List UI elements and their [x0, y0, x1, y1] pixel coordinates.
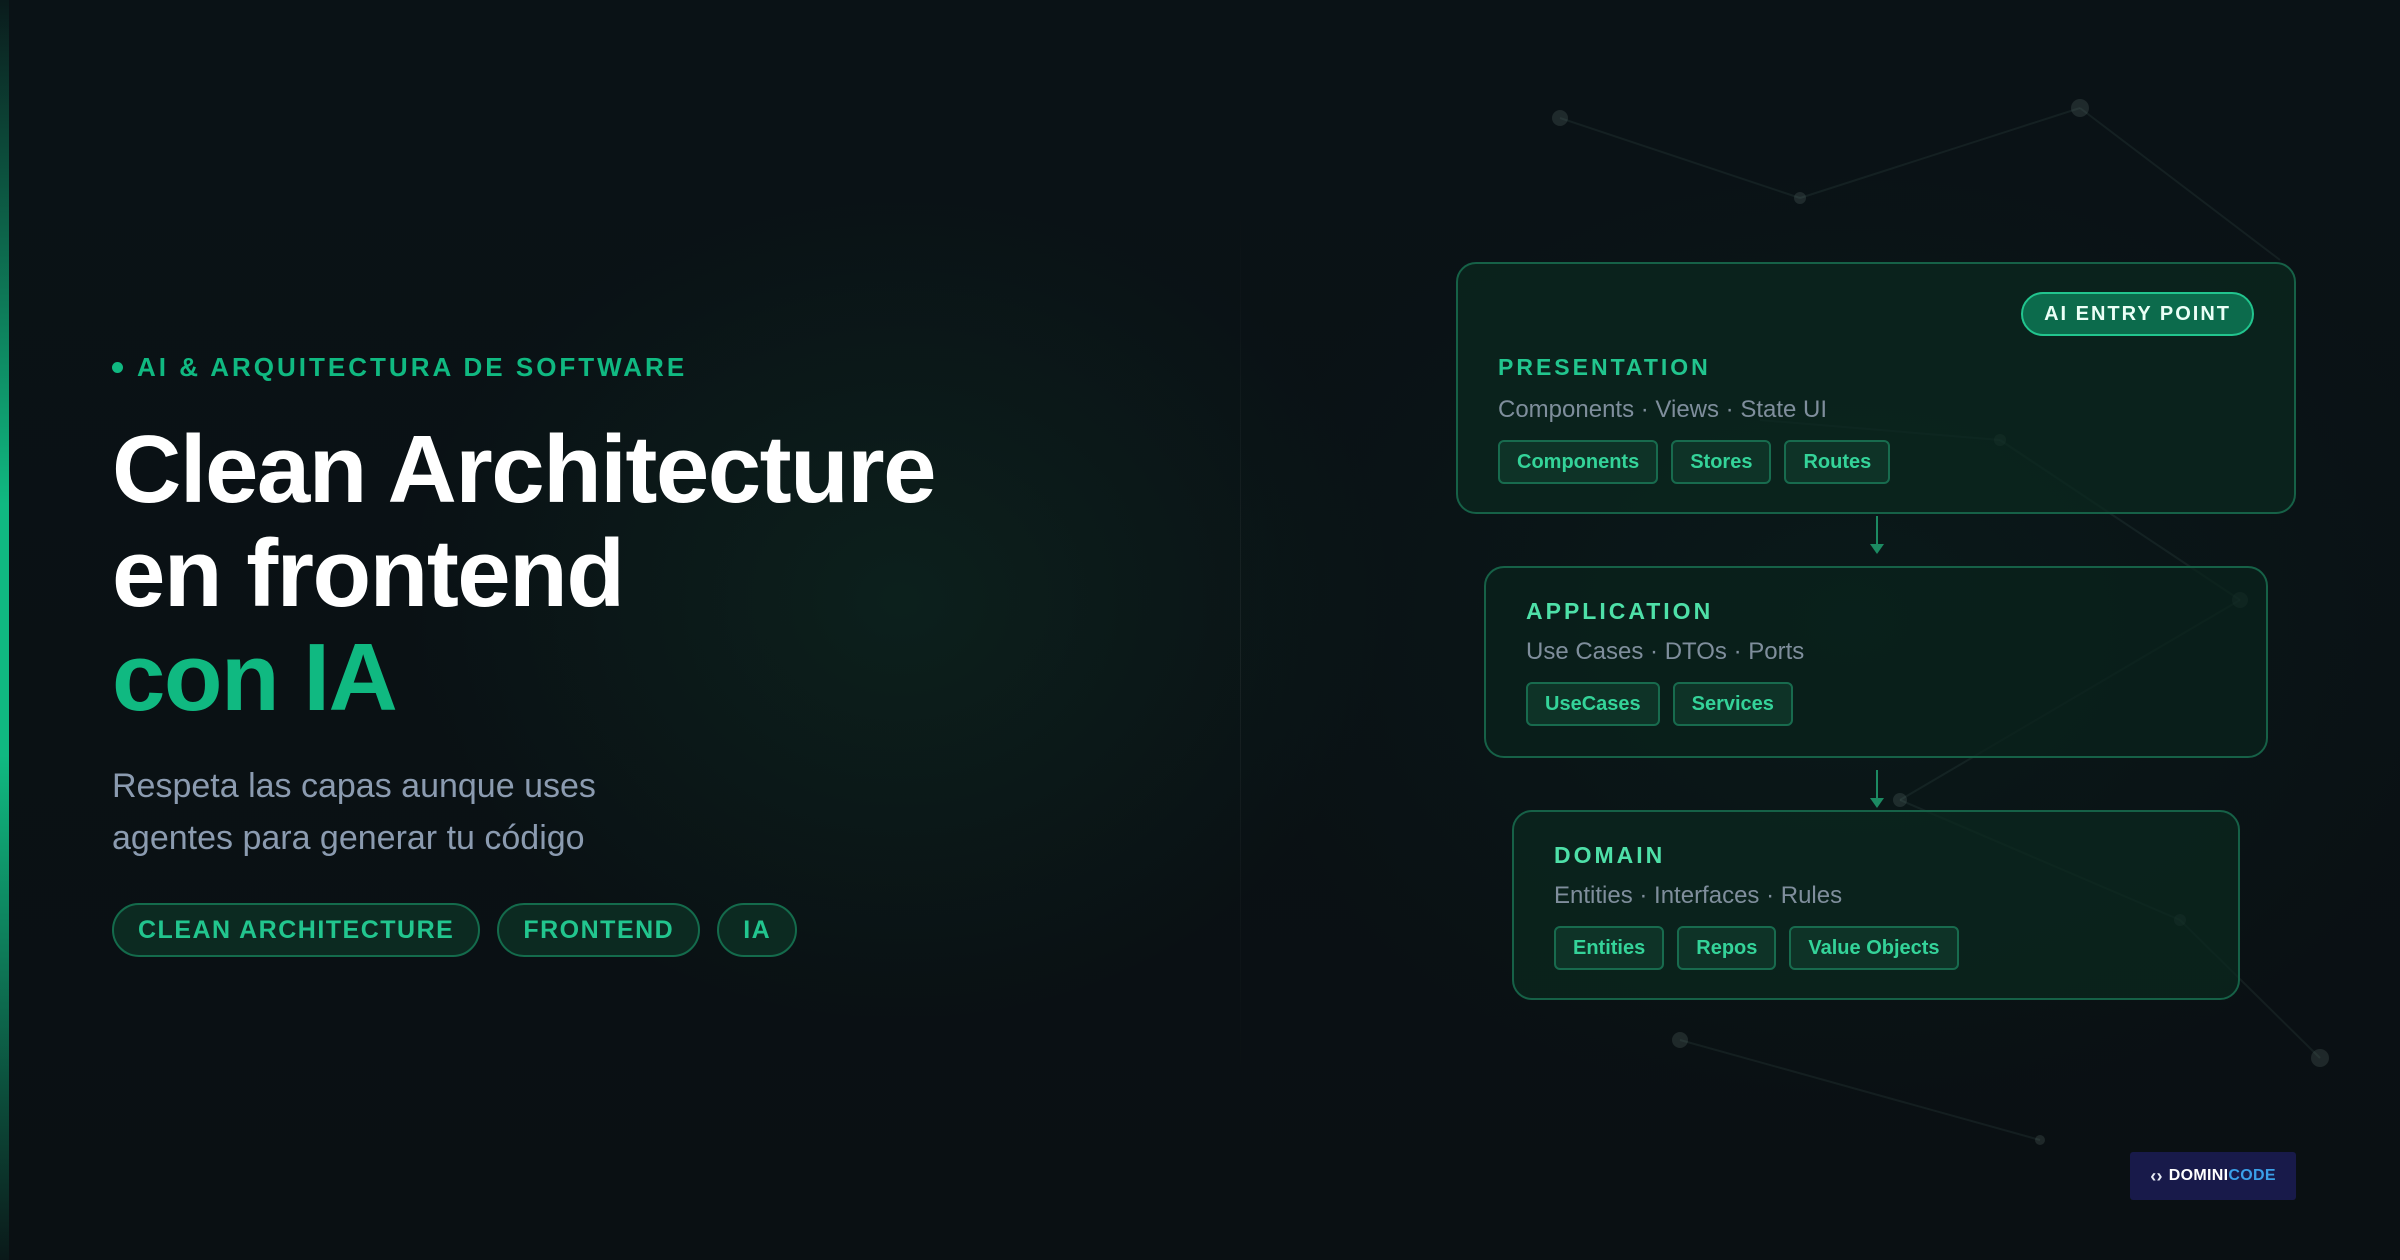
- presentation-layer-subtitle: Components · Views · State UI: [1498, 396, 1828, 423]
- ai-entry-point-badge: AI ENTRY POINT: [2021, 292, 2254, 336]
- subtitle-line-2: agentes para generar tu código: [112, 819, 585, 857]
- brand-code-icon: ‹›: [2150, 1165, 2163, 1186]
- chip-usecases: UseCases: [1526, 682, 1660, 726]
- domain-layer-subtitle: Entities · Interfaces · Rules: [1554, 882, 1843, 909]
- tag-list: CLEAN ARCHITECTURE FRONTEND IA: [112, 903, 798, 957]
- tag-frontend: FRONTEND: [497, 903, 701, 957]
- chip-routes: Routes: [1784, 440, 1891, 484]
- title-line-3: con IA: [112, 624, 398, 731]
- brand-name-part-2: CODE: [2228, 1167, 2276, 1184]
- presentation-layer-title: PRESENTATION: [1498, 354, 1711, 380]
- application-layer-card: APPLICATION Use Cases · DTOs · Ports Use…: [1484, 566, 2268, 758]
- chip-repos: Repos: [1677, 926, 1777, 970]
- eyebrow-label: AI & ARQUITECTURA DE SOFTWARE: [137, 352, 688, 382]
- application-layer-title: APPLICATION: [1526, 598, 1714, 624]
- page-title: Clean Architecture en frontend con IA: [112, 416, 937, 731]
- application-chip-list: UseCases Services: [1526, 682, 1793, 726]
- arrow-down-icon: [1870, 770, 1884, 808]
- brand-logo: ‹› DOMINICODE: [2130, 1152, 2296, 1200]
- eyebrow: AI & ARQUITECTURA DE SOFTWARE: [112, 352, 687, 383]
- domain-layer-title: DOMAIN: [1554, 842, 1666, 868]
- subtitle: Respeta las capas aunque uses agentes pa…: [112, 760, 596, 864]
- domain-chip-list: Entities Repos Value Objects: [1554, 926, 1959, 970]
- brand-name-part-1: DOMINI: [2168, 1167, 2229, 1184]
- chip-entities: Entities: [1554, 926, 1665, 970]
- presentation-layer-card: AI ENTRY POINT PRESENTATION Components ·…: [1456, 262, 2296, 514]
- presentation-chip-list: Components Stores Routes: [1498, 440, 1891, 484]
- chip-components: Components: [1498, 440, 1659, 484]
- arrow-down-icon: [1870, 516, 1884, 554]
- subtitle-line-1: Respeta las capas aunque uses: [112, 767, 596, 805]
- title-line-2: en frontend: [112, 520, 625, 627]
- application-layer-subtitle: Use Cases · DTOs · Ports: [1526, 638, 1805, 665]
- tag-ia: IA: [717, 903, 798, 957]
- chip-stores: Stores: [1671, 440, 1772, 484]
- chip-services: Services: [1672, 682, 1793, 726]
- tag-clean-architecture: CLEAN ARCHITECTURE: [112, 903, 481, 957]
- title-line-1: Clean Architecture: [112, 416, 937, 523]
- eyebrow-dot-icon: [112, 362, 123, 373]
- chip-value-objects: Value Objects: [1789, 926, 1959, 970]
- domain-layer-card: DOMAIN Entities · Interfaces · Rules Ent…: [1512, 810, 2240, 1000]
